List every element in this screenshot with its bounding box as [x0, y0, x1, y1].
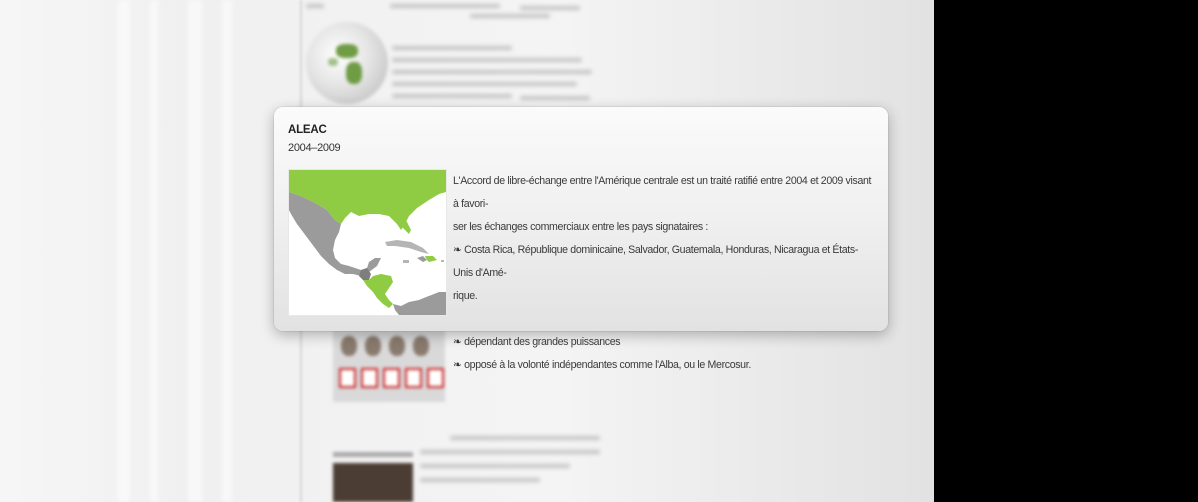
members-line: rique. — [453, 290, 478, 302]
black-margin — [934, 0, 1198, 502]
background-column — [188, 0, 202, 502]
background-globe-image — [306, 22, 388, 104]
popup-title: ALEAC — [288, 124, 327, 136]
description-line: ser les échanges commerciaux entre les p… — [453, 221, 709, 233]
bullet-point: ❧ dépendant des grandes puissances — [453, 336, 621, 348]
background-column — [222, 0, 232, 502]
background-thumbnail — [333, 463, 413, 502]
bullet-point: ❧ opposé à la volonté indépendantes comm… — [453, 359, 751, 371]
background-column — [150, 0, 158, 502]
popup-years: 2004–2009 — [288, 142, 341, 154]
description-line: L'Accord de libre-échange entre l'Amériq… — [453, 175, 872, 210]
info-popup: ALEAC 2004–2009 L'Accord de libre-échang… — [274, 107, 888, 371]
members-line: ❧ Costa Rica, République dominicaine, Sa… — [453, 244, 858, 279]
popup-description: L'Accord de libre-échange entre l'Amériq… — [453, 170, 873, 377]
background-heading — [333, 452, 413, 457]
map-image — [289, 170, 446, 315]
background-thumbnail — [333, 330, 445, 402]
background-column — [118, 0, 130, 502]
central-america-map — [288, 169, 447, 316]
